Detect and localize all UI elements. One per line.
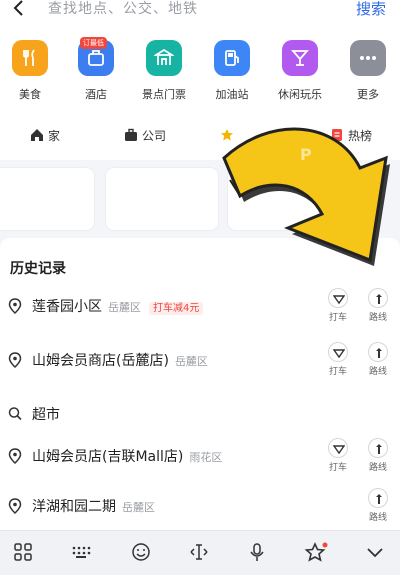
route-icon xyxy=(376,294,382,304)
promo-tag: 打车减4元 xyxy=(149,302,204,315)
place-name: 超市 xyxy=(32,407,60,423)
category-food[interactable]: 美食 xyxy=(2,40,58,106)
route-button[interactable]: 路线 xyxy=(366,288,390,328)
hotel-badge: 订最低 xyxy=(80,37,107,49)
cocktail-icon xyxy=(282,40,318,76)
search-input[interactable]: 查找地点、公交、地铁 xyxy=(48,0,198,18)
collapse-icon[interactable] xyxy=(364,541,388,565)
shortcut-label: 公司 xyxy=(142,129,167,143)
category-gas-station[interactable]: 加油站 xyxy=(204,40,260,106)
home-icon xyxy=(31,129,43,141)
recommend-card[interactable] xyxy=(106,168,218,230)
history-item-name: 山姆会员店(吉联Mall店) 雨花区 xyxy=(32,446,222,466)
route-label: 路线 xyxy=(368,513,387,523)
category-leisure[interactable]: 休闲玩乐 xyxy=(272,40,328,106)
category-more[interactable]: 更多 xyxy=(340,40,396,106)
history-item[interactable]: 山姆会员店(吉联Mall店) 雨花区 打车 路线 xyxy=(0,434,400,482)
place-name: 山姆会员店(吉联Mall店) xyxy=(32,449,184,465)
history-item[interactable]: 超市 xyxy=(0,392,400,440)
place-area: 雨花区 xyxy=(189,451,223,464)
taxi-label: 打车 xyxy=(328,313,347,323)
place-name: 洋湖和园二期 xyxy=(32,499,116,515)
route-icon xyxy=(376,494,382,504)
history-item[interactable]: 山姆会员商店(岳麓店) 岳麓区 打车 路线 xyxy=(0,338,400,386)
recommend-card[interactable] xyxy=(0,168,94,230)
category-label: 更多 xyxy=(357,88,379,101)
history-item[interactable]: 洋湖和园二期 岳麓区 路线 xyxy=(0,484,400,532)
keyboard-toolbar xyxy=(0,530,400,575)
history-item-name: 超市 xyxy=(32,404,60,424)
star-skin-icon[interactable] xyxy=(304,541,328,565)
history-item-name: 山姆会员商店(岳麓店) 岳麓区 xyxy=(32,350,208,370)
taxi-icon xyxy=(333,295,345,305)
taxi-label: 打车 xyxy=(328,463,347,473)
category-label: 美食 xyxy=(19,88,41,101)
history-item-name: 洋湖和园二期 岳麓区 xyxy=(32,496,155,516)
more-dots-icon xyxy=(350,40,386,76)
taxi-icon xyxy=(333,349,345,359)
emoji-icon[interactable] xyxy=(130,541,154,565)
briefcase-icon xyxy=(125,128,137,141)
location-pin-icon xyxy=(8,298,22,314)
route-icon xyxy=(376,348,382,358)
history-item-name: 莲香园小区 岳麓区 打车减4元 xyxy=(32,296,204,316)
grid-icon[interactable] xyxy=(12,541,36,565)
taxi-button[interactable]: 打车 xyxy=(326,438,350,478)
search-header: 查找地点、公交、地铁 搜索 xyxy=(0,0,400,30)
route-icon xyxy=(376,444,382,454)
category-label: 休闲玩乐 xyxy=(278,88,322,101)
taxi-button[interactable]: 打车 xyxy=(326,342,350,382)
fork-knife-icon xyxy=(12,40,48,76)
back-arrow-icon[interactable] xyxy=(10,0,28,18)
route-label: 路线 xyxy=(368,463,387,473)
category-label: 加油站 xyxy=(215,88,249,101)
gas-pump-icon xyxy=(214,40,250,76)
history-title: 历史记录 xyxy=(10,261,66,277)
shortcut-label: 家 xyxy=(48,129,61,143)
place-name: 山姆会员商店(岳麓店) xyxy=(32,353,169,369)
category-scenic[interactable]: 景点门票 xyxy=(136,40,192,106)
route-button[interactable]: 路线 xyxy=(366,342,390,382)
place-area: 岳麓区 xyxy=(108,301,141,314)
location-pin-icon xyxy=(8,498,22,514)
place-area: 岳麓区 xyxy=(122,501,155,514)
category-hotel[interactable]: 订最低 酒店 xyxy=(68,37,124,106)
category-label: 酒店 xyxy=(85,88,107,101)
search-icon xyxy=(8,407,22,421)
category-bar: 美食 订最低 酒店 景点门票 加油站 休闲玩乐 更多 xyxy=(0,30,400,112)
cursor-icon[interactable] xyxy=(188,541,212,565)
route-button[interactable]: 路线 xyxy=(366,438,390,478)
route-button[interactable]: 路线 xyxy=(366,488,390,528)
taxi-icon xyxy=(333,445,345,455)
taxi-label: 打车 xyxy=(328,367,347,377)
keypad-icon[interactable] xyxy=(70,541,94,565)
taxi-button[interactable]: 打车 xyxy=(326,288,350,328)
location-pin-icon xyxy=(8,448,22,464)
microphone-icon[interactable] xyxy=(246,541,270,565)
watermark-logo: P xyxy=(312,255,326,274)
route-label: 路线 xyxy=(368,367,387,377)
search-button[interactable]: 搜索 xyxy=(356,0,386,19)
category-label: 景点门票 xyxy=(142,88,186,101)
place-name: 莲香园小区 xyxy=(32,299,102,315)
place-area: 岳麓区 xyxy=(174,355,208,368)
route-label: 路线 xyxy=(368,313,387,323)
history-item[interactable]: 莲香园小区 岳麓区 打车减4元 打车 路线 xyxy=(0,284,400,332)
location-pin-icon xyxy=(8,352,22,368)
pointing-arrow-icon xyxy=(222,127,390,266)
scenic-gate-icon xyxy=(146,40,182,76)
watermark-logo: P xyxy=(300,145,314,164)
